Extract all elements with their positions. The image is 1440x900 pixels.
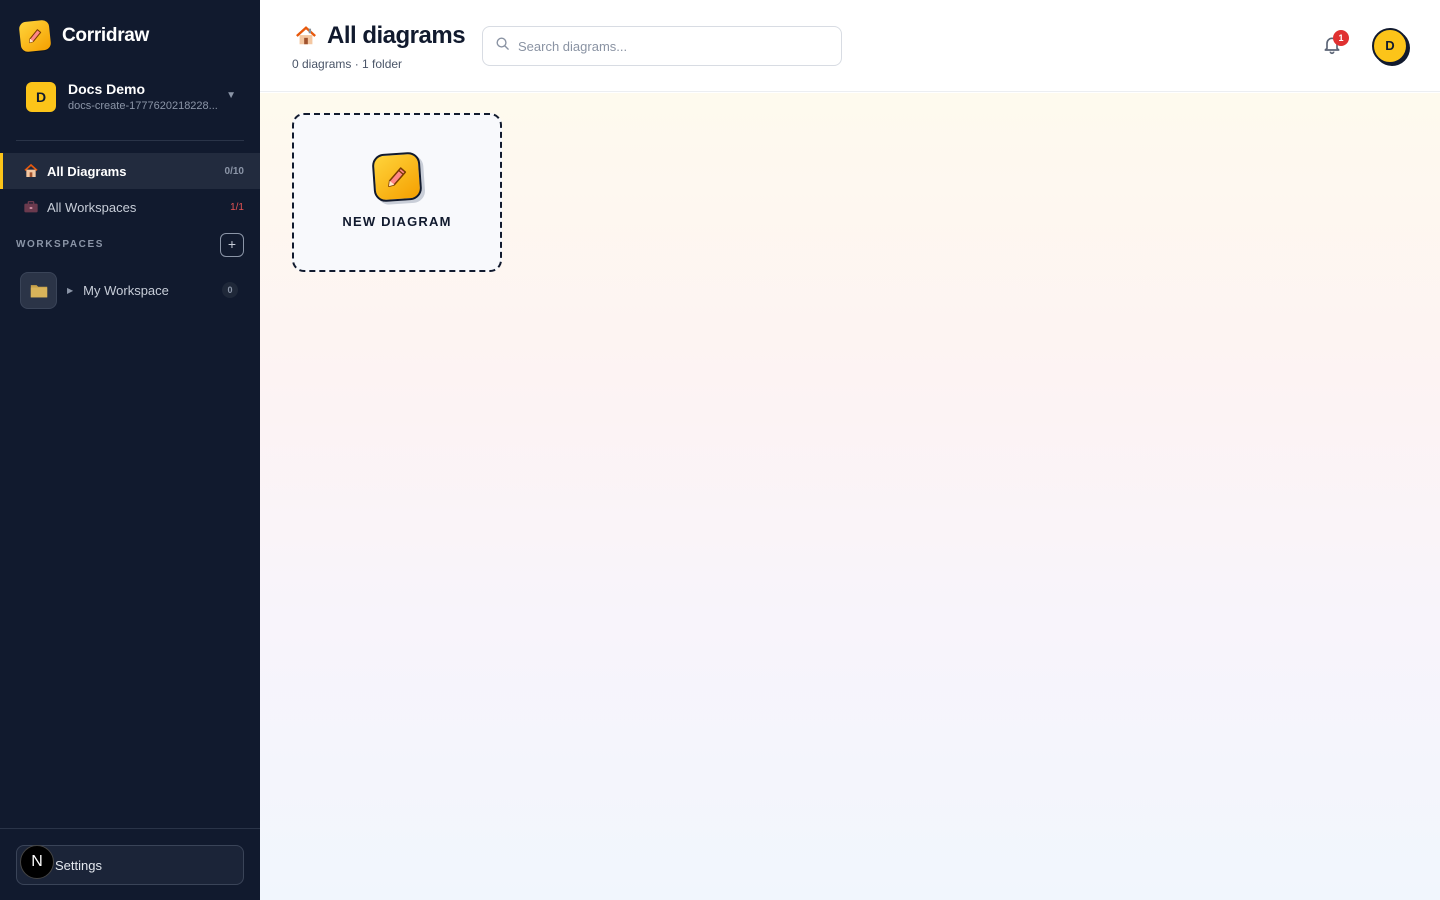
workspace-item[interactable]: ▶ My Workspace 0 — [20, 271, 244, 309]
chevron-right-icon[interactable]: ▶ — [67, 286, 73, 295]
org-slug: docs-create-1777620218228... — [68, 100, 218, 112]
workspace-name: My Workspace — [83, 282, 169, 298]
user-avatar[interactable]: D — [1372, 28, 1408, 64]
workspace-diagram-count: 0 — [222, 282, 238, 298]
house-icon — [294, 24, 318, 48]
page-subtitle: 0 diagrams · 1 folder — [292, 57, 403, 71]
org-avatar: D — [26, 82, 56, 112]
diagrams-grid: NEW DIAGRAM — [260, 93, 1440, 900]
briefcase-icon — [22, 199, 39, 216]
add-workspace-button[interactable]: + — [220, 233, 244, 257]
diagram-count-badge: 0/10 — [224, 165, 244, 177]
pencil-icon — [371, 151, 423, 203]
brand[interactable]: Corridraw — [18, 19, 150, 53]
folder-icon — [20, 271, 57, 309]
search-icon — [495, 36, 510, 56]
notification-count-badge: 1 — [1333, 30, 1349, 46]
page-title-text: All diagrams — [327, 22, 466, 49]
sidebar-item-label: All Workspaces — [47, 199, 137, 215]
org-name: Docs Demo — [68, 81, 146, 97]
sidebar: Corridraw D Docs Demo docs-create-177762… — [0, 0, 260, 900]
house-icon — [22, 163, 39, 180]
new-diagram-label: NEW DIAGRAM — [342, 214, 452, 229]
brand-name: Corridraw — [62, 25, 150, 46]
workspace-count-badge: 1/1 — [230, 201, 244, 213]
topbar: All diagrams 0 diagrams · 1 folder 1 D — [260, 0, 1440, 92]
n-badge[interactable]: N — [20, 845, 54, 879]
sidebar-divider — [16, 140, 244, 141]
workspaces-section-title: WORKSPACES — [16, 239, 105, 250]
chevron-down-icon: ▼ — [226, 90, 236, 101]
sidebar-item-all-workspaces[interactable]: All Workspaces 1/1 — [0, 189, 260, 225]
search-input[interactable] — [518, 38, 818, 54]
page-title: All diagrams — [294, 22, 466, 50]
sidebar-item-label: All Diagrams — [47, 163, 127, 179]
pencil-icon — [18, 19, 52, 53]
main-area: All diagrams 0 diagrams · 1 folder 1 D N… — [260, 0, 1440, 900]
new-diagram-card[interactable]: NEW DIAGRAM — [292, 113, 502, 272]
search-box[interactable] — [482, 26, 842, 66]
sidebar-item-all-diagrams[interactable]: All Diagrams 0/10 — [0, 153, 260, 189]
org-switcher[interactable]: D Docs Demo docs-create-1777620218228...… — [26, 80, 246, 114]
settings-label: Settings — [55, 857, 102, 873]
